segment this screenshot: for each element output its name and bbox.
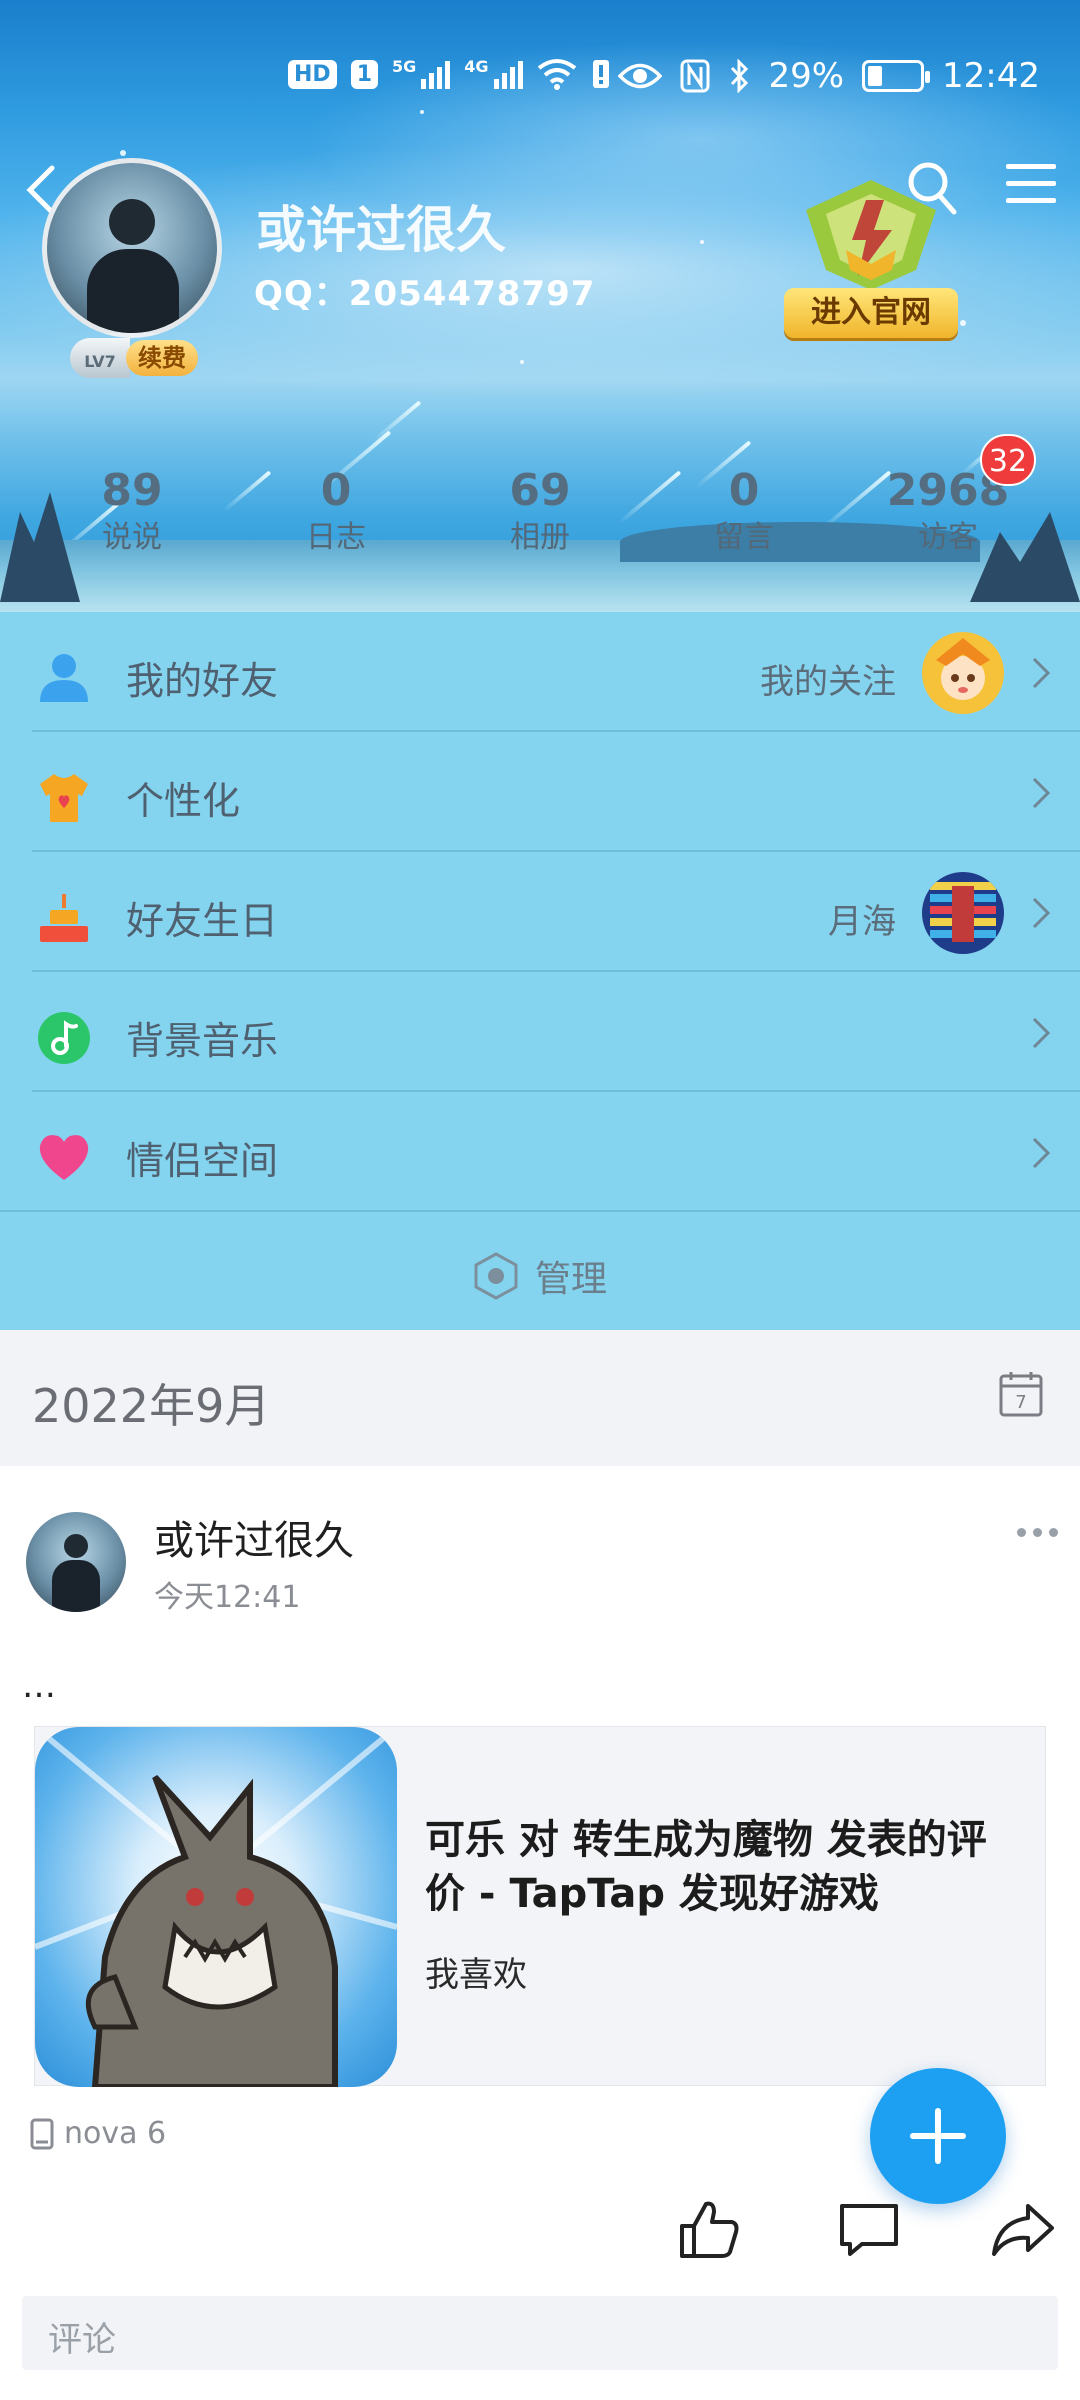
following-avatar [922,632,1004,714]
svg-text:7: 7 [1015,1392,1026,1413]
nfc-icon [680,59,710,93]
manage-label: 管理 [534,1259,607,1300]
feed-post: 或许过很久 今天12:41 … 可乐 对 转生成为魔物 发表的评价 - TapT… [0,1466,1080,2400]
stats-row: 89 说说 0 日志 69 相册 0 留言 2968 访客 [0,466,1080,576]
clock: 12:42 [942,56,1040,96]
comment-placeholder: 评论 [48,2320,116,2360]
official-site-label: 进入官网 [784,288,958,338]
birthday-friend-avatar [922,872,1004,954]
qq-number: QQ：2054478797 [254,274,596,314]
menu-item-personalize[interactable]: 个性化 [0,732,1080,852]
stat-album[interactable]: 69 相册 [438,466,642,576]
person-icon [40,654,88,702]
chevron-right-icon [1032,1017,1051,1049]
menu-item-label: 个性化 [126,779,241,823]
more-options-icon[interactable] [1017,1528,1058,1537]
heart-icon [39,1135,89,1180]
shared-link-title: 可乐 对 转生成为魔物 发表的评价 - TapTap 发现好游戏 [425,1817,987,1917]
stat-diary[interactable]: 0 日志 [234,466,438,576]
wifi-icon [537,59,576,90]
game-thumbnail [35,1727,397,2087]
level-badge[interactable]: LV7 续费 [70,338,198,378]
chevron-right-icon [1032,1137,1051,1169]
menu-icon[interactable] [1006,160,1056,208]
stat-shuoshuo[interactable]: 89 说说 [30,466,234,576]
like-icon[interactable] [676,2196,742,2262]
calendar-icon[interactable]: 7 [998,1370,1044,1418]
chevron-right-icon [1032,897,1051,929]
device-name: nova 6 [64,2116,167,2151]
manage-button[interactable]: 管理 [0,1212,1080,1330]
sim-indicator: 1 [350,59,378,89]
phone-icon [30,2118,54,2149]
profile-menu: 我的好友 我的关注 个性化 好友生日 月海 背景音乐 情侣空间 管理 [0,612,1080,1330]
post-author-avatar[interactable] [26,1512,126,1612]
battery-icon [862,60,931,92]
menu-item-label: 背景音乐 [126,1019,279,1063]
menu-item-birthdays[interactable]: 好友生日 月海 [0,852,1080,972]
battery-percent: 29% [768,56,845,96]
profile-avatar[interactable] [42,158,222,338]
birthday-friend-name: 月海 [828,902,896,942]
shared-link-card[interactable]: 可乐 对 转生成为魔物 发表的评价 - TapTap 发现好游戏 我喜欢 [34,1726,1046,2087]
signal-5g-icon: 5G [392,59,451,89]
shared-link-subtitle: 我喜欢 [425,1955,527,1995]
search-icon[interactable] [906,160,958,216]
comment-icon[interactable] [836,2196,902,2262]
chevron-right-icon [1032,657,1051,689]
month-label: 2022年9月 [32,1379,271,1433]
post-device: nova 6 [30,2116,166,2151]
alert-icon [592,60,609,88]
menu-item-label: 我的好友 [126,659,279,703]
renew-button[interactable]: 续费 [126,340,198,376]
comment-input[interactable]: 评论 [22,2296,1058,2370]
post-actions [0,2186,1080,2276]
stat-messages[interactable]: 0 留言 [642,466,846,576]
visitor-count-badge: 32 [980,434,1036,486]
chevron-right-icon [1032,777,1051,809]
hd-indicator: HD [288,59,337,89]
menu-item-friends[interactable]: 我的好友 我的关注 [0,612,1080,732]
add-post-button[interactable] [870,2068,1006,2204]
menu-item-couple-space[interactable]: 情侣空间 [0,1092,1080,1212]
post-text: … [22,1666,56,1706]
eye-icon [618,63,663,89]
month-header: 2022年9月 7 [0,1330,1080,1466]
post-time: 今天12:41 [154,1580,301,1615]
signal-4g-icon: 4G [464,59,523,89]
settings-hex-icon [474,1252,518,1300]
my-following-link[interactable]: 我的关注 [760,654,896,703]
menu-item-bg-music[interactable]: 背景音乐 [0,972,1080,1092]
menu-item-label: 好友生日 [126,899,279,943]
level-label: LV7 [70,338,130,378]
cake-icon [40,894,88,942]
music-note-icon [38,1012,90,1064]
bluetooth-icon [731,59,749,93]
share-icon[interactable] [990,2196,1056,2262]
menu-item-label: 情侣空间 [126,1139,279,1183]
tshirt-icon [40,774,88,822]
post-author-name[interactable]: 或许过很久 [154,1508,354,1566]
profile-nickname: 或许过很久 [256,201,506,259]
status-bar: HD 1 5G 4G 29% 12:42 [0,48,1080,108]
